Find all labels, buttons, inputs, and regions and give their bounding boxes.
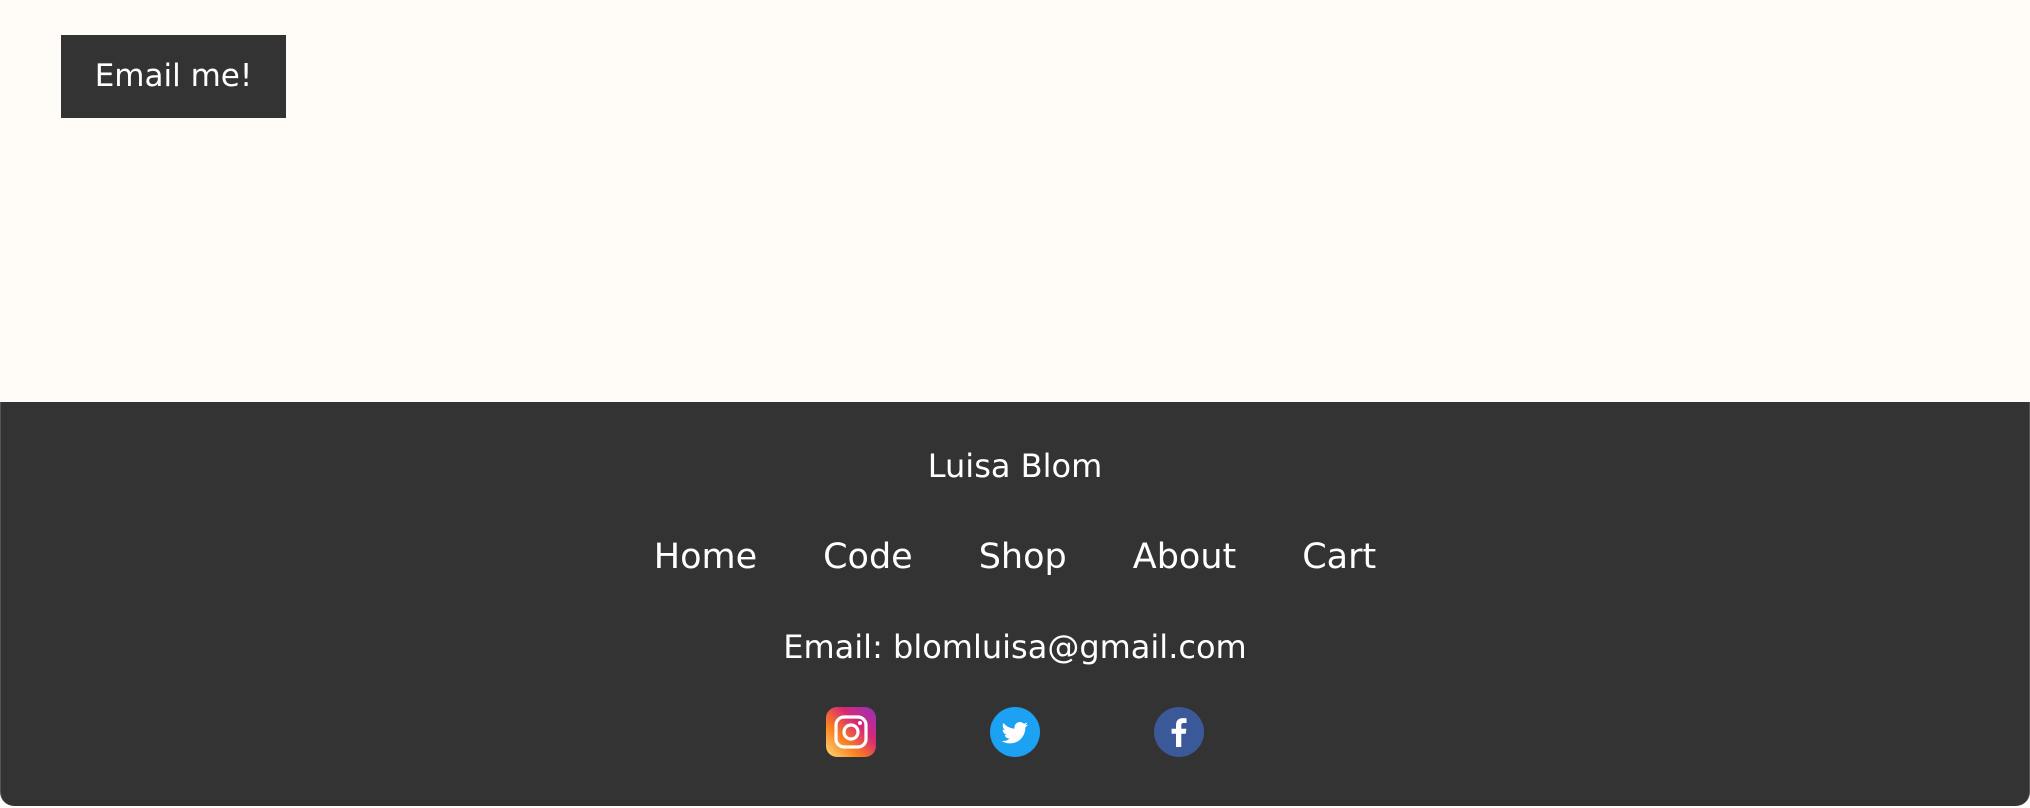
twitter-link[interactable] bbox=[990, 707, 1040, 757]
facebook-icon bbox=[1154, 707, 1204, 757]
footer-email: Email: blomluisa@gmail.com bbox=[783, 628, 1247, 666]
footer-nav-code[interactable]: Code bbox=[823, 532, 913, 582]
twitter-icon bbox=[990, 707, 1040, 757]
footer-nav-shop[interactable]: Shop bbox=[979, 532, 1067, 582]
page: Email me! Luisa Blom Home Code Shop Abou… bbox=[0, 0, 2030, 808]
footer-nav-home[interactable]: Home bbox=[654, 532, 757, 582]
footer-nav-about[interactable]: About bbox=[1133, 532, 1236, 582]
instagram-icon bbox=[826, 707, 876, 757]
footer-nav: Home Code Shop About Cart bbox=[1, 532, 2029, 582]
email-me-button[interactable]: Email me! bbox=[61, 35, 286, 118]
facebook-link[interactable] bbox=[1154, 707, 1204, 757]
instagram-link[interactable] bbox=[826, 707, 876, 757]
site-footer: Luisa Blom Home Code Shop About Cart Ema… bbox=[0, 402, 2030, 806]
footer-site-title: Luisa Blom bbox=[927, 447, 1103, 485]
social-links bbox=[1, 707, 2029, 757]
footer-nav-cart[interactable]: Cart bbox=[1302, 532, 1376, 582]
